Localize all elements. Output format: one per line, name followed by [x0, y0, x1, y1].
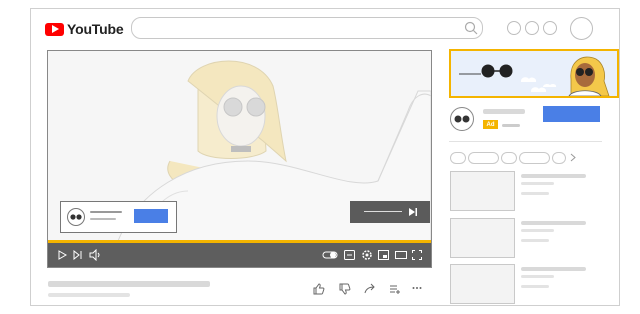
ad-text-line — [90, 211, 122, 213]
volume-icon[interactable] — [89, 249, 101, 261]
sidebar-ad-cta-button[interactable] — [543, 106, 600, 122]
captions-icon[interactable] — [344, 250, 355, 260]
ad-overlay-card[interactable] — [60, 201, 177, 233]
search-input[interactable] — [131, 17, 483, 39]
save-icon[interactable] — [389, 283, 401, 295]
filter-chip[interactable] — [519, 152, 550, 164]
skip-next-icon — [409, 208, 417, 216]
fullscreen-icon[interactable] — [412, 250, 422, 260]
chevron-right-icon[interactable] — [570, 153, 576, 162]
advertiser-logo-icon — [67, 208, 85, 226]
recommended-title — [521, 267, 586, 271]
divider — [449, 141, 602, 142]
recommended-meta — [521, 275, 554, 278]
upload-icon[interactable] — [543, 21, 557, 35]
player-controls — [48, 243, 431, 267]
filter-chip[interactable] — [468, 152, 499, 164]
settings-icon[interactable] — [361, 249, 373, 261]
ad-text-line — [90, 218, 116, 220]
ad-url-line — [502, 124, 520, 127]
ad-cta-button[interactable] — [134, 209, 168, 223]
next-icon[interactable] — [73, 250, 83, 260]
like-icon[interactable] — [313, 283, 325, 295]
recommended-title — [521, 174, 586, 178]
notifications-icon[interactable] — [525, 21, 539, 35]
recommended-title — [521, 221, 586, 225]
share-icon[interactable] — [364, 283, 376, 295]
theater-icon[interactable] — [395, 251, 407, 259]
autoplay-toggle-icon[interactable] — [322, 250, 338, 260]
youtube-logo[interactable]: YouTube — [45, 19, 124, 39]
recommended-meta — [521, 229, 554, 232]
play-logo-icon — [45, 22, 64, 36]
play-icon[interactable] — [58, 250, 67, 260]
recommended-thumbnail[interactable] — [450, 218, 515, 258]
recommended-thumbnail[interactable] — [450, 171, 515, 211]
miniplayer-icon[interactable] — [378, 250, 389, 260]
recommended-thumbnail[interactable] — [450, 264, 515, 304]
companion-banner-ad[interactable] — [449, 49, 619, 98]
ad-badge: Ad — [483, 120, 498, 129]
recommended-meta — [521, 192, 549, 195]
recommended-meta — [521, 182, 554, 185]
recommended-meta — [521, 239, 549, 242]
search-icon[interactable] — [464, 21, 478, 35]
brand-name: YouTube — [67, 21, 124, 37]
video-player[interactable] — [47, 50, 432, 268]
filter-chip[interactable] — [552, 152, 566, 164]
skip-ad-button[interactable] — [350, 201, 430, 223]
recommended-meta — [521, 285, 549, 288]
dislike-icon[interactable] — [339, 283, 351, 295]
advertiser-logo-icon[interactable] — [450, 107, 474, 131]
skip-label-line — [364, 211, 402, 212]
video-meta — [48, 293, 130, 297]
banner-illustration — [459, 56, 610, 96]
filter-chip[interactable] — [450, 152, 466, 164]
filter-chip[interactable] — [501, 152, 517, 164]
apps-icon[interactable] — [507, 21, 521, 35]
more-icon[interactable] — [412, 286, 422, 290]
avatar[interactable] — [570, 17, 593, 40]
ad-title-line — [483, 109, 525, 114]
video-title — [48, 281, 210, 287]
